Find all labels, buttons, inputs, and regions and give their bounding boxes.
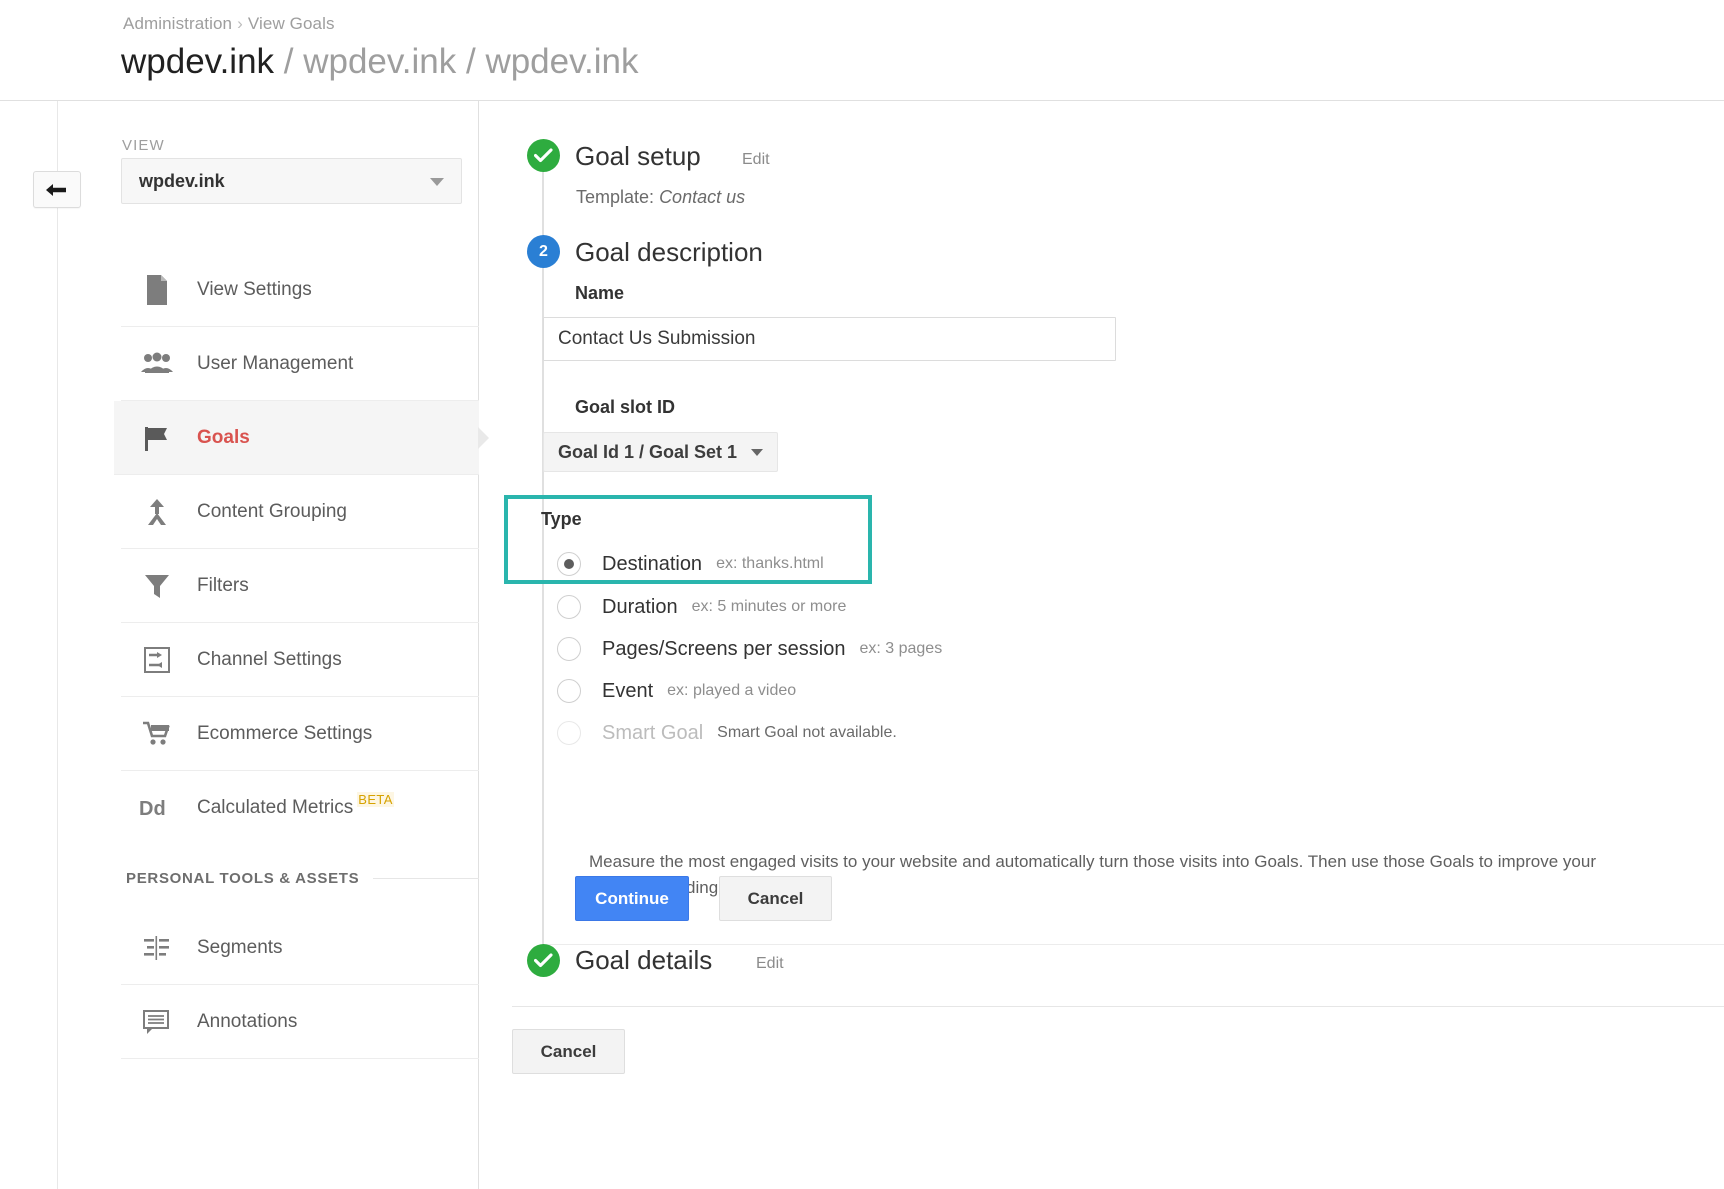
footer-cancel-button[interactable]: Cancel xyxy=(512,1029,625,1074)
page-header: Administration › View Goals wpdev.ink / wp… xyxy=(0,0,1724,101)
sidebar-item-view-settings[interactable]: View Settings xyxy=(121,253,479,327)
sidebar-item-label: View Settings xyxy=(197,279,312,301)
radio-example: ex: thanks.html xyxy=(716,555,824,573)
sidebar-item-content-grouping[interactable]: Content Grouping xyxy=(121,475,479,549)
page-title-primary: wpdev.ink xyxy=(121,42,274,81)
breadcrumb-current[interactable]: View Goals xyxy=(248,14,335,33)
sidebar-item-label: Calculated Metrics xyxy=(197,797,353,819)
sidebar-item-segments[interactable]: Segments xyxy=(121,911,479,985)
view-section-label: VIEW xyxy=(122,137,165,154)
cancel-button-step2[interactable]: Cancel xyxy=(719,876,832,921)
radio-example: ex: played a video xyxy=(667,682,796,700)
sidebar-item-label: Goals xyxy=(197,427,250,449)
sidebar-item-ecommerce-settings[interactable]: Ecommerce Settings xyxy=(121,697,479,771)
radio-icon-selected[interactable] xyxy=(557,552,581,576)
sidebar-nav-list: View Settings User Management Goals xyxy=(114,253,479,1059)
channel-settings-icon xyxy=(135,638,179,682)
sidebar-section-personal-tools: PERSONAL TOOLS & ASSETS xyxy=(121,845,479,911)
view-select[interactable]: wpdev.ink xyxy=(121,158,462,204)
radio-option-smart-goal: Smart Goal Smart Goal not available. xyxy=(557,721,897,745)
chevron-down-icon xyxy=(430,178,444,186)
shopping-cart-icon xyxy=(135,712,179,756)
content-grouping-icon xyxy=(135,490,179,534)
radio-icon[interactable] xyxy=(557,595,581,619)
radio-label: Pages/Screens per session xyxy=(602,638,845,661)
page-title: wpdev.ink / wpdev.ink / wpdev.ink xyxy=(121,42,638,82)
step1-edit-link[interactable]: Edit xyxy=(742,151,770,169)
step2-number: 2 xyxy=(539,243,548,261)
beta-badge: BETA xyxy=(357,792,394,807)
step3-edit-link[interactable]: Edit xyxy=(756,955,784,973)
radio-example: Smart Goal not available. xyxy=(717,724,897,742)
step1-title: Goal setup xyxy=(575,141,701,172)
dd-icon: Dd xyxy=(135,786,179,830)
view-select-value: wpdev.ink xyxy=(139,171,225,192)
annotation-icon xyxy=(135,1000,179,1044)
section-divider xyxy=(373,878,479,879)
step1-status-icon xyxy=(527,139,560,172)
sidebar-item-label: Channel Settings xyxy=(197,649,342,671)
radio-option-duration[interactable]: Duration ex: 5 minutes or more xyxy=(557,595,846,619)
sidebar-item-label: Annotations xyxy=(197,1011,297,1033)
document-icon xyxy=(135,268,179,312)
page-title-path: / wpdev.ink / wpdev.ink xyxy=(284,42,639,81)
radio-option-pages-screens-per-session[interactable]: Pages/Screens per session ex: 3 pages xyxy=(557,637,942,661)
radio-option-destination[interactable]: Destination ex: thanks.html xyxy=(557,552,824,576)
goal-slot-id-select[interactable]: Goal Id 1 / Goal Set 1 xyxy=(543,432,778,472)
radio-label: Smart Goal xyxy=(602,722,703,745)
radio-icon[interactable] xyxy=(557,679,581,703)
sidebar-item-calculated-metrics[interactable]: Dd Calculated Metrics BETA xyxy=(121,771,479,845)
radio-label: Event xyxy=(602,680,653,703)
radio-icon[interactable] xyxy=(557,637,581,661)
funnel-icon xyxy=(135,564,179,608)
name-field-label: Name xyxy=(575,283,624,304)
flag-icon xyxy=(135,416,179,460)
template-prefix: Template: xyxy=(576,187,654,207)
segments-icon xyxy=(135,926,179,970)
goal-name-input[interactable] xyxy=(543,317,1116,361)
radio-label: Destination xyxy=(602,553,702,576)
breadcrumb-root[interactable]: Administration xyxy=(123,14,232,33)
radio-option-event[interactable]: Event ex: played a video xyxy=(557,679,796,703)
breadcrumb: Administration › View Goals xyxy=(123,14,335,34)
sidebar-section-label: PERSONAL TOOLS & ASSETS xyxy=(126,870,359,887)
step2-title: Goal description xyxy=(575,237,763,268)
footer-divider xyxy=(512,1006,1724,1007)
back-arrow-icon xyxy=(44,180,70,200)
wizard-timeline xyxy=(542,153,544,973)
section-divider xyxy=(543,944,1724,945)
sidebar-item-label: Ecommerce Settings xyxy=(197,723,372,745)
back-rail-divider xyxy=(57,101,58,1189)
step3-title: Goal details xyxy=(575,945,712,976)
sidebar-item-channel-settings[interactable]: Channel Settings xyxy=(121,623,479,697)
step3-status-icon xyxy=(527,944,560,977)
main-content: Goal setup Edit Template: Contact us 2 G… xyxy=(479,101,1724,1189)
radio-label: Duration xyxy=(602,596,678,619)
radio-icon-disabled xyxy=(557,721,581,745)
sidebar-item-annotations[interactable]: Annotations xyxy=(121,985,479,1059)
template-value: Contact us xyxy=(659,187,745,207)
sidebar: VIEW wpdev.ink View Settings User Manage… xyxy=(114,101,479,1189)
continue-button[interactable]: Continue xyxy=(575,876,689,921)
sidebar-item-filters[interactable]: Filters xyxy=(121,549,479,623)
goal-slot-id-label: Goal slot ID xyxy=(575,397,675,418)
radio-example: ex: 5 minutes or more xyxy=(692,598,847,616)
sidebar-item-label: Content Grouping xyxy=(197,501,347,523)
sidebar-item-label: Segments xyxy=(197,937,283,959)
step1-template-line: Template: Contact us xyxy=(576,187,745,208)
back-button[interactable] xyxy=(33,171,81,208)
type-label: Type xyxy=(541,509,582,530)
sidebar-item-goals[interactable]: Goals xyxy=(114,401,479,475)
chevron-down-icon xyxy=(751,449,763,456)
radio-example: ex: 3 pages xyxy=(859,640,942,658)
step2-status-icon: 2 xyxy=(527,235,560,268)
sidebar-item-label: User Management xyxy=(197,353,353,375)
breadcrumb-separator: › xyxy=(237,14,243,33)
sidebar-item-label: Filters xyxy=(197,575,249,597)
people-icon xyxy=(135,342,179,386)
goal-slot-id-value: Goal Id 1 / Goal Set 1 xyxy=(558,442,737,463)
sidebar-item-user-management[interactable]: User Management xyxy=(121,327,479,401)
svg-text:Dd: Dd xyxy=(139,798,166,820)
